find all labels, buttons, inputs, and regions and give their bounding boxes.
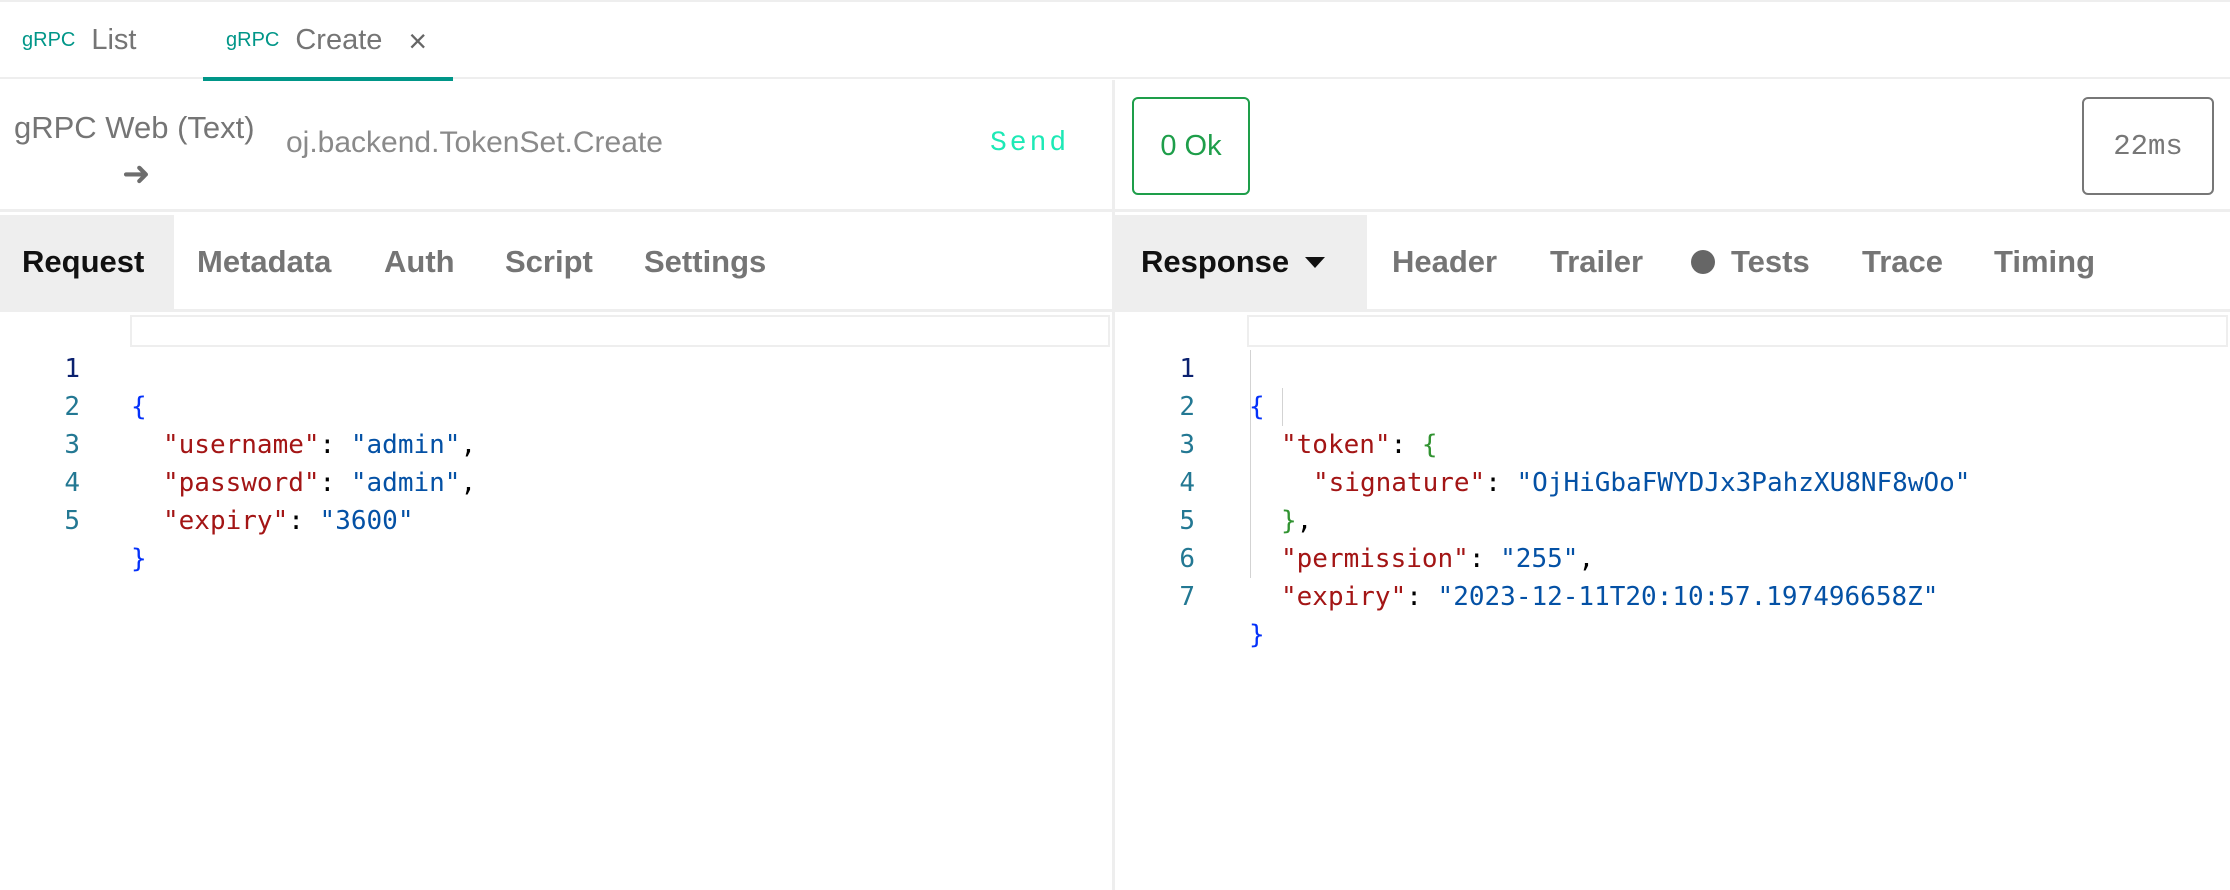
json-value: "3600" bbox=[319, 506, 414, 536]
code-line: 4 }, bbox=[1115, 426, 1312, 536]
code-text: "password": "admin", bbox=[163, 468, 477, 498]
code-line: 2 "username": "admin", bbox=[0, 350, 476, 460]
code-text: "token": { bbox=[1281, 430, 1438, 460]
tab-trace[interactable]: Trace bbox=[1862, 215, 1943, 309]
code-line: 5 } bbox=[0, 464, 146, 574]
tab-label: List bbox=[91, 24, 137, 56]
tab-protocol-label: gRPC bbox=[22, 29, 76, 51]
send-button[interactable]: Send bbox=[990, 128, 1069, 159]
status-badge: 0 Ok bbox=[1132, 97, 1250, 195]
json-key: "permission" bbox=[1281, 544, 1469, 574]
json-value: "2023-12-11T20:10:57.197496658Z" bbox=[1437, 582, 1939, 612]
json-key: "password" bbox=[163, 468, 320, 498]
code-text: "permission": "255", bbox=[1281, 544, 1595, 574]
method-label: gRPC Web (Text) bbox=[14, 110, 255, 145]
caret-down-icon bbox=[1305, 256, 1326, 268]
json-value: "admin" bbox=[350, 468, 461, 498]
close-icon[interactable]: × bbox=[408, 25, 427, 57]
response-time-badge: 22ms bbox=[2082, 97, 2214, 195]
tab-label: Create bbox=[295, 24, 383, 56]
method-url-input[interactable]: oj.backend.TokenSet.Create bbox=[286, 126, 663, 160]
code-text: "expiry": "2023-12-11T20:10:57.197496658… bbox=[1281, 582, 1939, 612]
tab-request[interactable]: Request bbox=[0, 215, 174, 309]
status-dot-icon bbox=[1691, 250, 1715, 274]
code-text: { bbox=[131, 392, 147, 422]
code-line: 1 { bbox=[1115, 312, 1264, 422]
response-tabs: Response Header Trailer Tests Trace Timi… bbox=[1115, 215, 2230, 312]
current-line-highlight bbox=[130, 315, 1110, 347]
tab-timing[interactable]: Timing bbox=[1994, 215, 2095, 309]
code-text: }, bbox=[1281, 506, 1313, 536]
json-key: "token" bbox=[1281, 430, 1391, 460]
request-url-bar: gRPC Web (Text) ➜ oj.backend.TokenSet.Cr… bbox=[0, 80, 1112, 212]
line-number: 5 bbox=[64, 506, 80, 536]
tab-create[interactable]: gRPC Create × bbox=[203, 2, 453, 81]
arrow-right-icon: ➜ bbox=[122, 155, 151, 193]
tab-script[interactable]: Script bbox=[505, 215, 593, 309]
code-line: 5 "permission": "255", bbox=[1115, 464, 1594, 574]
tab-tests[interactable]: Tests bbox=[1691, 215, 1810, 309]
tab-trailer[interactable]: Trailer bbox=[1550, 215, 1643, 309]
code-line: 3 "signature": "OjHiGbaFWYDJx3PahzXU8NF8… bbox=[1115, 388, 1970, 498]
code-line: 1 { bbox=[0, 312, 146, 422]
code-text: { bbox=[1249, 392, 1265, 422]
code-line: 6 "expiry": "2023-12-11T20:10:57.1974966… bbox=[1115, 502, 1938, 612]
tab-header[interactable]: Header bbox=[1392, 215, 1497, 309]
tab-tests-label: Tests bbox=[1731, 244, 1810, 279]
indent-guide bbox=[1250, 350, 1251, 578]
tab-response[interactable]: Response bbox=[1115, 215, 1367, 309]
response-status-bar: 0 Ok 22ms bbox=[1115, 80, 2230, 212]
tab-settings[interactable]: Settings bbox=[644, 215, 766, 309]
line-number: 7 bbox=[1179, 582, 1195, 612]
tab-list[interactable]: gRPC List bbox=[22, 2, 137, 79]
tab-response-label: Response bbox=[1141, 244, 1290, 279]
request-body-editor[interactable]: 1 { 2 "username": "admin", 3 "password":… bbox=[0, 312, 1112, 890]
indent-guide bbox=[1282, 388, 1283, 426]
code-text: "signature": "OjHiGbaFWYDJx3PahzXU8NF8wO… bbox=[1313, 468, 1971, 498]
response-body-viewer[interactable]: 1 { 2 "token": { 3 "signature": "OjHiGba… bbox=[1115, 312, 2230, 890]
json-key: "expiry" bbox=[163, 506, 289, 536]
code-text: } bbox=[131, 544, 147, 574]
code-text: } bbox=[1249, 620, 1265, 650]
request-tabs: Request Metadata Auth Script Settings bbox=[0, 215, 1112, 312]
tab-metadata[interactable]: Metadata bbox=[197, 215, 331, 309]
json-key: "username" bbox=[163, 430, 320, 460]
json-value: "OjHiGbaFWYDJx3PahzXU8NF8wOo" bbox=[1516, 468, 1971, 498]
code-text: "expiry": "3600" bbox=[163, 506, 414, 536]
code-text: "username": "admin", bbox=[163, 430, 477, 460]
json-key: "signature" bbox=[1313, 468, 1486, 498]
tab-protocol-label: gRPC bbox=[226, 29, 280, 51]
code-line: 2 "token": { bbox=[1115, 350, 1437, 460]
code-line: 3 "password": "admin", bbox=[0, 388, 476, 498]
json-value: "admin" bbox=[350, 430, 461, 460]
code-line: 7 } bbox=[1115, 540, 1264, 650]
tab-auth[interactable]: Auth bbox=[384, 215, 455, 309]
json-key: "expiry" bbox=[1281, 582, 1407, 612]
current-line-highlight bbox=[1247, 315, 2228, 347]
request-tab-bar: gRPC List gRPC Create × bbox=[0, 2, 2230, 81]
code-line: 4 "expiry": "3600" bbox=[0, 426, 413, 536]
method-selector[interactable]: gRPC Web (Text) ➜ bbox=[14, 110, 264, 193]
json-value: "255" bbox=[1500, 544, 1579, 574]
